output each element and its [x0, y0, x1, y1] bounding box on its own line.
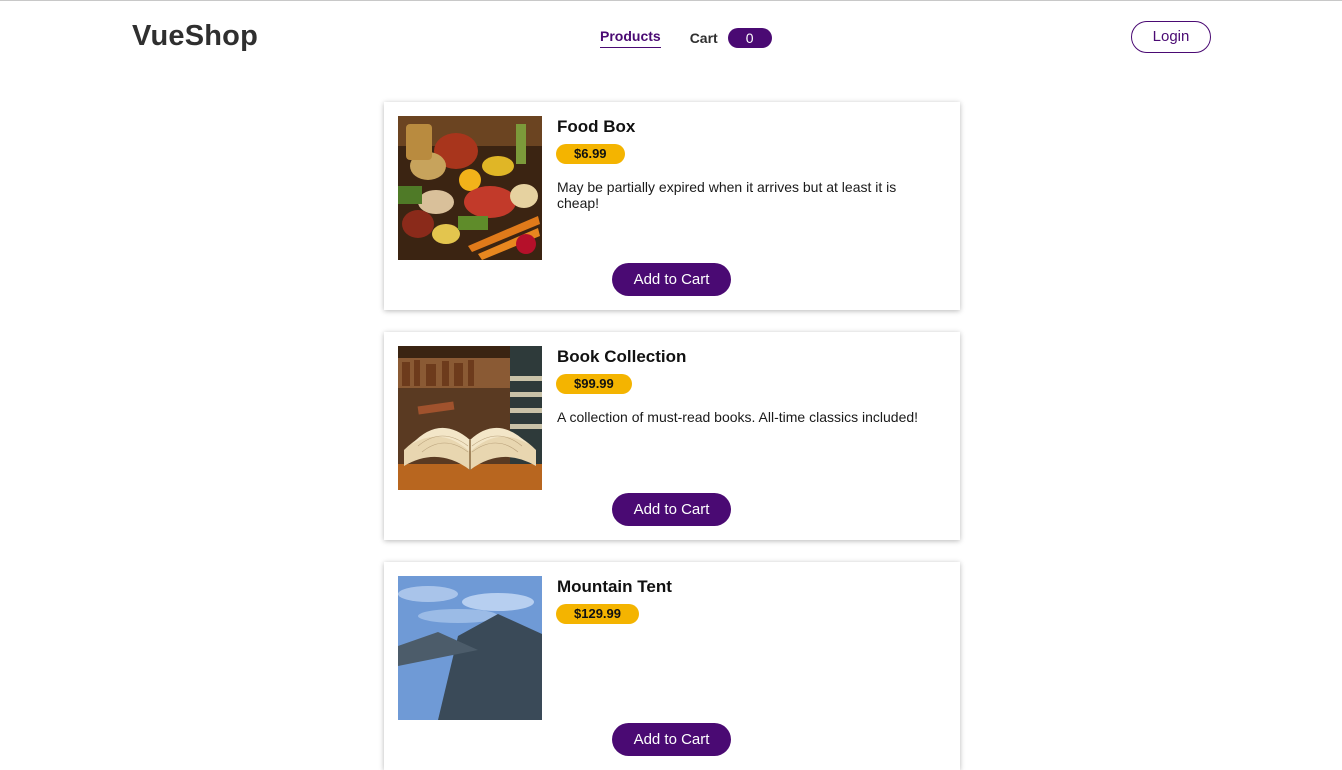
product-title: Mountain Tent	[557, 577, 672, 596]
price-badge: $99.99	[556, 374, 632, 394]
product-title: Food Box	[557, 117, 636, 136]
brand-logo[interactable]: VueShop	[132, 20, 258, 53]
main-nav: Products Cart 0	[600, 28, 772, 48]
food-box-image	[398, 116, 542, 260]
add-to-cart-button[interactable]: Add to Cart	[612, 723, 731, 756]
product-description: A collection of must-read books. All-tim…	[557, 409, 919, 425]
nav-link-products[interactable]: Products	[600, 28, 661, 48]
price-badge: $6.99	[556, 144, 625, 164]
product-description: May be partially expired when it arrives…	[557, 179, 897, 211]
nav-link-cart[interactable]: Cart 0	[690, 28, 772, 48]
nav-cart-label: Cart	[689, 30, 718, 46]
product-card: Mountain Tent $129.99 Add to Cart	[384, 562, 960, 770]
price-badge: $129.99	[556, 604, 639, 624]
product-card: Book Collection $99.99 A collection of m…	[384, 332, 960, 540]
product-card: Food Box $6.99 May be partially expired …	[384, 102, 960, 310]
book-collection-image	[398, 346, 542, 490]
add-to-cart-button[interactable]: Add to Cart	[612, 493, 731, 526]
product-title: Book Collection	[557, 347, 687, 366]
cart-count-badge: 0	[727, 28, 772, 48]
mountain-tent-image	[398, 576, 542, 720]
login-button[interactable]: Login	[1131, 21, 1211, 53]
add-to-cart-button[interactable]: Add to Cart	[612, 263, 731, 296]
app-header: VueShop Products Cart 0 Login	[0, 1, 1342, 73]
